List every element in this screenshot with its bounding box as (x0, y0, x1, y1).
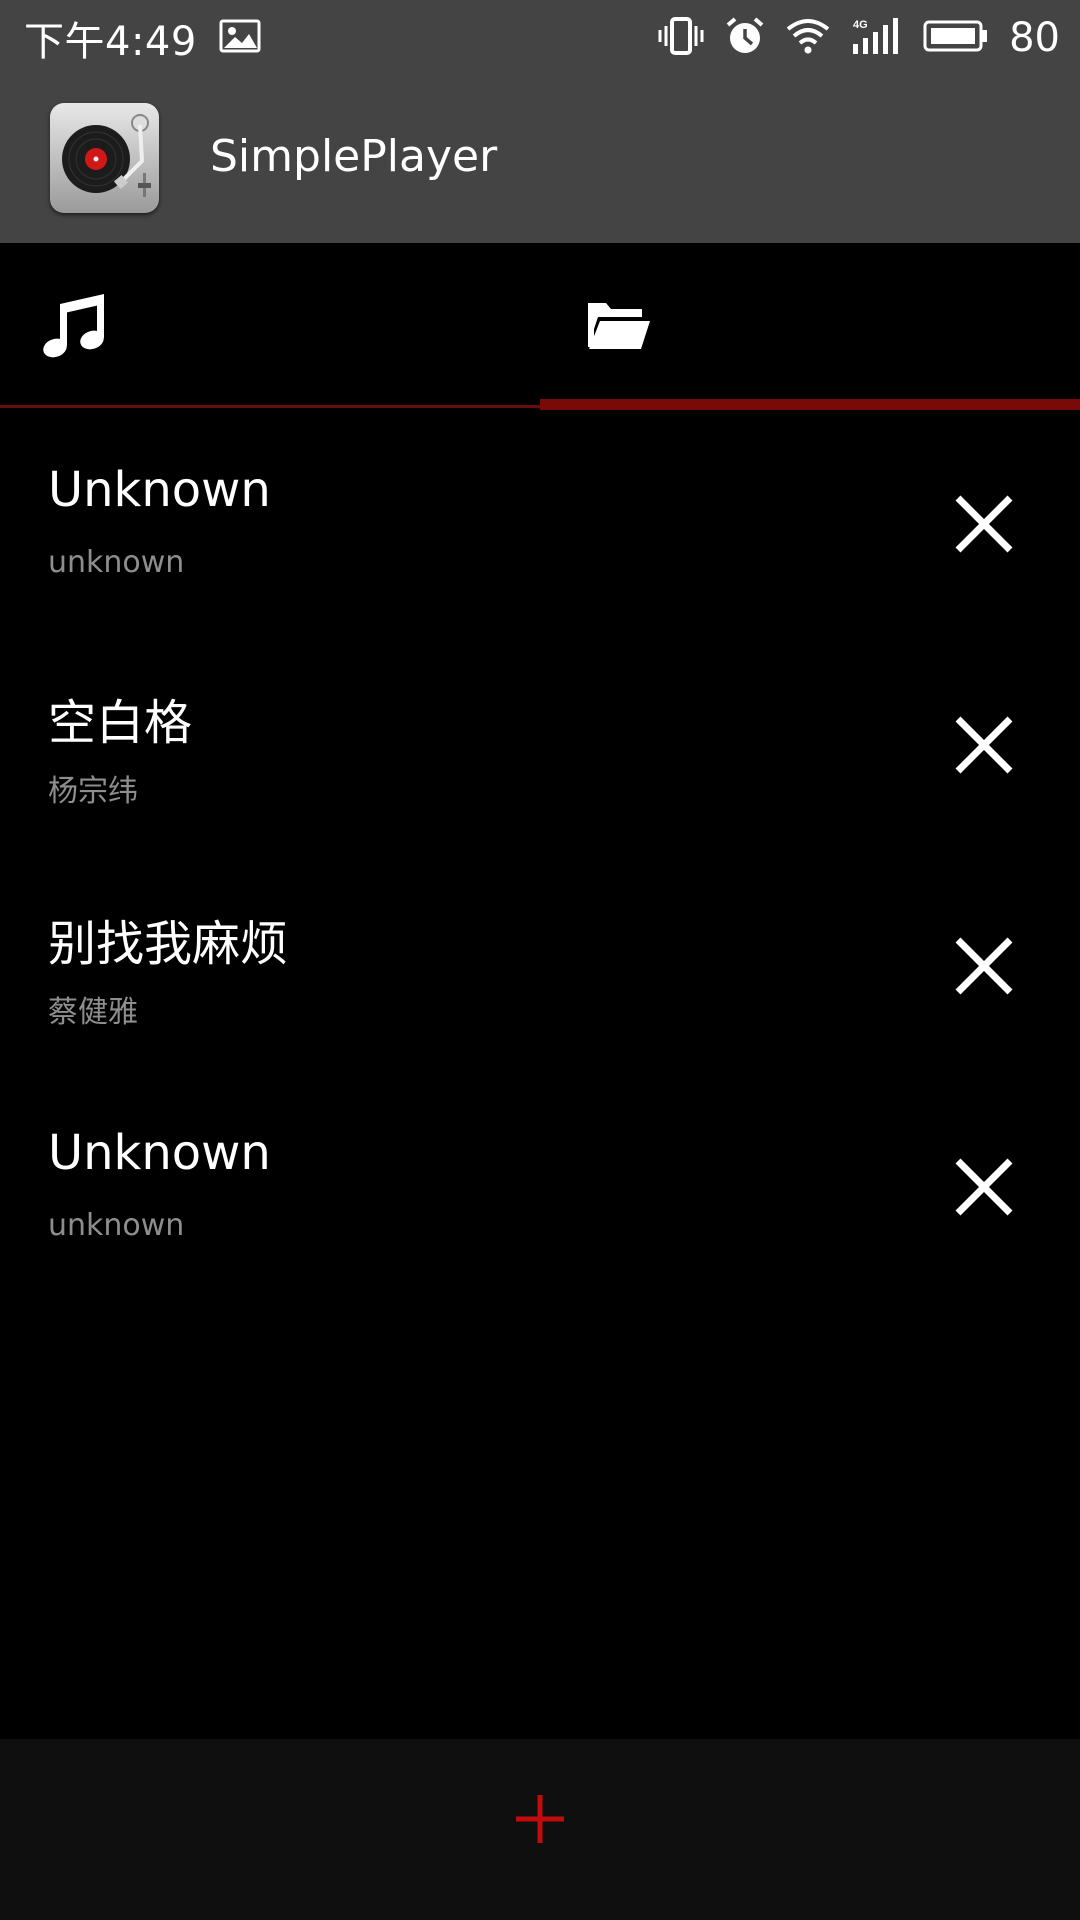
app-title: SimplePlayer (210, 131, 498, 182)
list-item[interactable]: Unknown unknown (0, 1073, 1080, 1294)
list-item[interactable]: 空白格 杨宗纬 (0, 631, 1080, 852)
remove-song-button[interactable] (952, 492, 1016, 556)
tab-selected-indicator (540, 399, 1080, 410)
song-title: 别找我麻烦 (48, 916, 289, 972)
tab-bar (0, 243, 1080, 410)
alarm-icon (725, 16, 765, 60)
music-note-icon (42, 290, 108, 364)
song-list: Unknown unknown 空白格 杨宗纬 别找我麻烦 蔡健雅 Unknow… (0, 410, 1080, 1294)
song-artist: unknown (48, 1208, 185, 1243)
song-title: Unknown (48, 1125, 271, 1181)
bottom-bar (0, 1739, 1080, 1920)
close-icon (955, 716, 1013, 774)
list-item[interactable]: 别找我麻烦 蔡健雅 (0, 852, 1080, 1073)
close-icon (955, 937, 1013, 995)
folder-open-icon (586, 299, 652, 355)
song-artist: unknown (48, 545, 185, 580)
image-icon (219, 19, 261, 57)
list-item[interactable]: Unknown unknown (0, 410, 1080, 631)
close-icon (955, 1158, 1013, 1216)
battery-level-text: 80 (1009, 14, 1060, 61)
svg-text:4G: 4G (853, 19, 868, 31)
tab-folders[interactable] (540, 243, 1080, 410)
song-title: Unknown (48, 462, 271, 518)
status-bar: 下午4:49 4G 80 (0, 0, 1080, 75)
remove-song-button[interactable] (952, 713, 1016, 777)
remove-song-button[interactable] (952, 1155, 1016, 1219)
app-bar: SimplePlayer (0, 75, 1080, 243)
signal-4g-icon: 4G (851, 16, 903, 60)
turntable-icon (50, 103, 159, 213)
song-artist: 蔡健雅 (48, 995, 138, 1030)
add-song-button[interactable] (510, 1789, 570, 1849)
battery-icon (923, 18, 989, 58)
plus-icon (516, 1795, 564, 1843)
wifi-icon (785, 17, 831, 59)
song-artist: 杨宗纬 (48, 774, 138, 809)
close-icon (955, 495, 1013, 553)
status-time: 下午4:49 (24, 18, 197, 65)
song-title: 空白格 (48, 695, 193, 751)
remove-song-button[interactable] (952, 934, 1016, 998)
tab-songs[interactable] (0, 243, 540, 410)
vibrate-icon (657, 16, 705, 60)
